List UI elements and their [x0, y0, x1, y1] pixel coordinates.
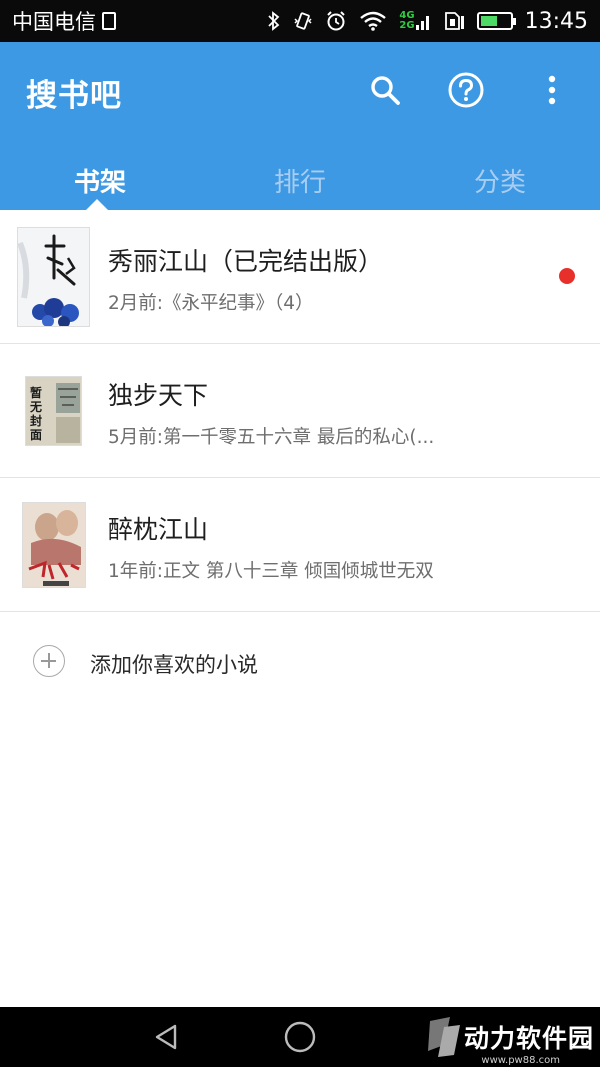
- tab-ranking[interactable]: 排行: [200, 150, 400, 210]
- bookshelf-list: 秀丽江山（已完结出版） 2月前:《永平纪事》（4） 暂 无 封 面 独步天下 5…: [0, 210, 600, 612]
- book-title: 独步天下: [108, 381, 209, 410]
- book-item[interactable]: 暂 无 封 面 独步天下 5月前:第一千零五十六章 最后的私心(...: [0, 344, 600, 478]
- home-button[interactable]: [280, 1017, 320, 1057]
- help-icon: [448, 72, 484, 108]
- book-title: 醉枕江山: [108, 515, 209, 544]
- back-button[interactable]: [146, 1017, 186, 1057]
- signal-icon: 4G 2G: [399, 11, 430, 31]
- book-item[interactable]: 秀丽江山（已完结出版） 2月前:《永平纪事》（4）: [0, 210, 600, 344]
- status-time: 13:45: [524, 8, 588, 34]
- cover-placeholder-char: 封: [30, 413, 42, 428]
- book-item[interactable]: 醉枕江山 1年前:正文 第八十三章 倾国倾城世无双: [0, 478, 600, 612]
- book-cover: 暂 无 封 面: [25, 376, 82, 446]
- status-bar: 中国电信 4G 2G 13:45: [0, 0, 600, 42]
- add-book-label: 添加你喜欢的小说: [90, 653, 258, 677]
- book-cover: [22, 502, 86, 588]
- book-latest-update: 1年前:正文 第八十三章 倾国倾城世无双: [108, 561, 434, 582]
- more-vert-icon: [548, 75, 556, 105]
- cover-placeholder-char: 无: [29, 400, 42, 414]
- system-nav-bar: 动力软件园 www.pw88.com: [0, 1007, 600, 1067]
- active-tab-indicator: [86, 199, 108, 210]
- add-book-button[interactable]: 添加你喜欢的小说: [0, 612, 600, 712]
- app-bar: 搜书吧 书架 排行 分类: [0, 42, 600, 210]
- vibrate-icon: [293, 11, 313, 31]
- more-options-button[interactable]: [530, 68, 574, 112]
- new-update-badge: [559, 268, 575, 284]
- app-title: 搜书吧: [26, 78, 122, 114]
- watermark-url: www.pw88.com: [481, 1055, 560, 1066]
- watermark-text: 动力软件园: [463, 1024, 594, 1053]
- alarm-icon: [325, 10, 347, 32]
- search-button[interactable]: [363, 68, 407, 112]
- battery-icon: [476, 12, 516, 30]
- book-title: 秀丽江山（已完结出版）: [108, 247, 384, 276]
- back-icon: [155, 1024, 177, 1050]
- search-icon: [371, 76, 400, 105]
- tab-category[interactable]: 分类: [400, 150, 600, 210]
- book-cover: [17, 227, 90, 327]
- sim-card-icon: [102, 12, 116, 30]
- network-type-bottom: 2G: [399, 20, 415, 31]
- home-icon: [284, 1021, 316, 1053]
- tab-bar: 书架 排行 分类: [0, 150, 600, 210]
- wifi-icon: [359, 11, 387, 31]
- help-button[interactable]: [444, 68, 488, 112]
- carrier-name: 中国电信: [12, 10, 96, 34]
- add-icon: [33, 645, 65, 677]
- cover-placeholder-char: 暂: [30, 385, 42, 400]
- watermark-logo-icon: [427, 1017, 460, 1057]
- book-latest-update: 5月前:第一千零五十六章 最后的私心(...: [108, 427, 435, 448]
- watermark: 动力软件园 www.pw88.com: [424, 1015, 594, 1066]
- bluetooth-icon: [267, 11, 281, 31]
- book-latest-update: 2月前:《永平纪事》（4）: [108, 293, 314, 314]
- sim-signal-icon: [443, 10, 465, 32]
- cover-placeholder-char: 面: [30, 428, 42, 442]
